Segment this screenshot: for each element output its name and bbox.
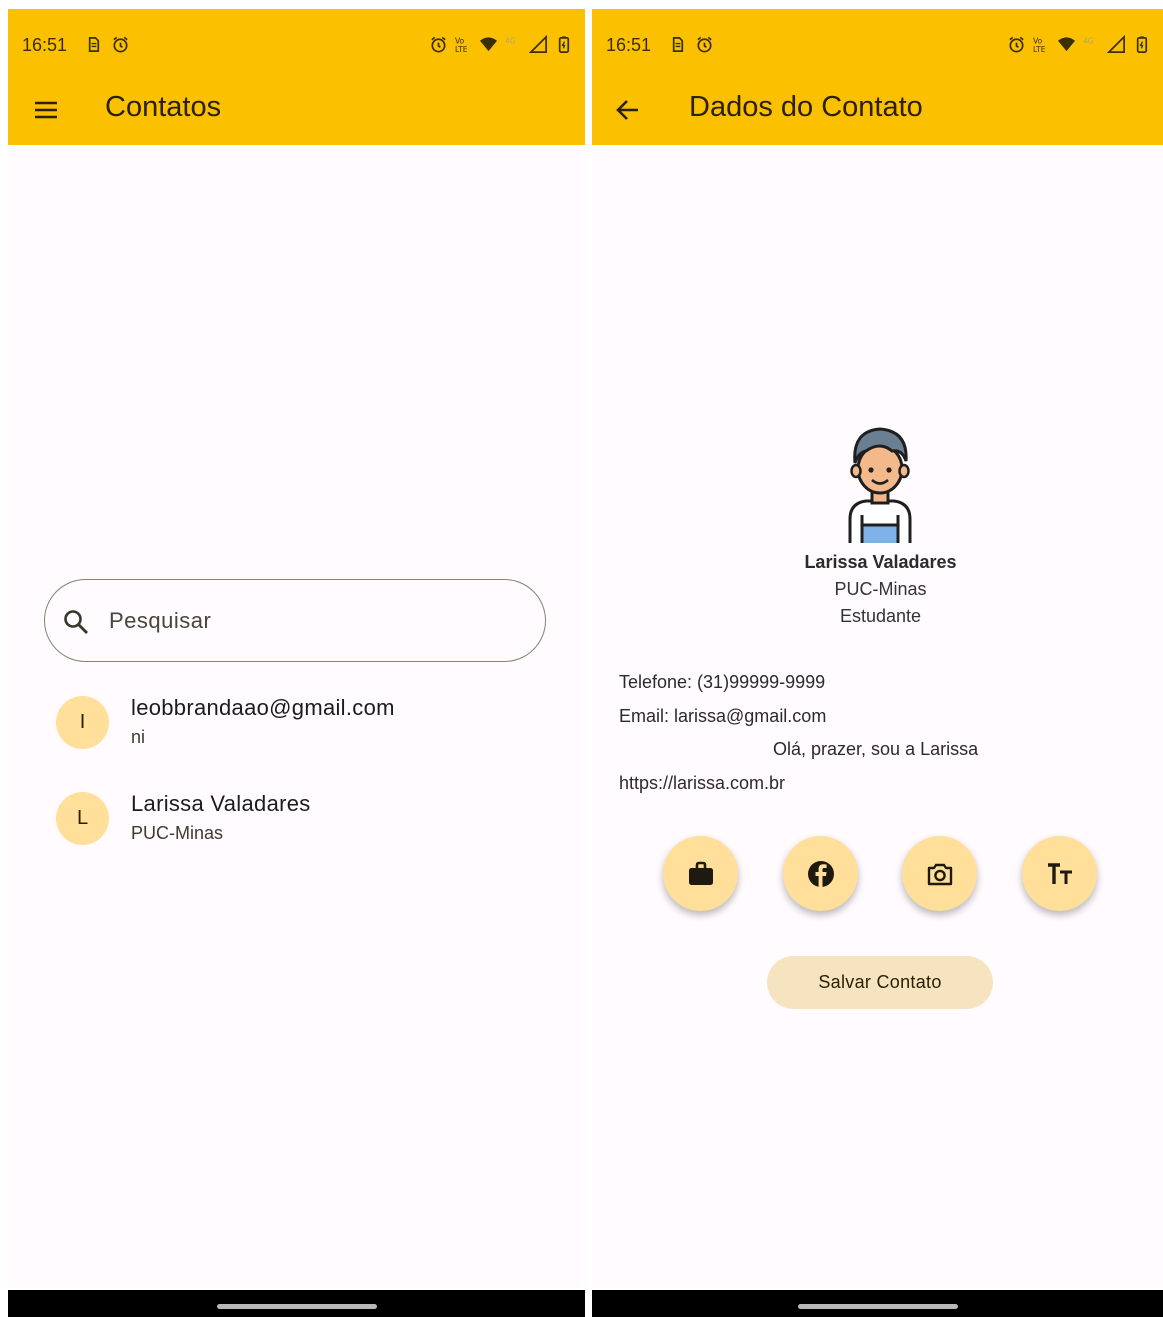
list-item[interactable]: L Larissa Valadares PUC-Minas <box>8 777 585 867</box>
network-4g-icon: 4G <box>504 35 523 54</box>
svg-text:LTE: LTE <box>455 45 468 54</box>
contact-title: Larissa Valadares <box>131 791 311 816</box>
alarm-icon <box>429 35 448 54</box>
facebook-icon <box>806 859 836 889</box>
wifi-icon <box>1057 35 1076 54</box>
camera-icon <box>925 859 955 889</box>
svg-text:LTE: LTE <box>1033 45 1046 54</box>
volte-icon: Vo LTE <box>454 35 473 54</box>
signal-icon <box>529 35 548 54</box>
home-gesture-handle[interactable] <box>797 1304 958 1309</box>
home-gesture-handle[interactable] <box>216 1304 377 1309</box>
alarm-icon <box>695 35 714 54</box>
wifi-icon <box>479 35 498 54</box>
network-4g-icon: 4G <box>1082 35 1101 54</box>
contact-subtitle: PUC-Minas <box>131 823 224 843</box>
navigation-bar <box>8 1290 585 1317</box>
back-arrow-icon[interactable] <box>614 96 642 124</box>
contact-avatar-icon <box>844 419 916 543</box>
page-title: Dados do Contato <box>689 91 923 123</box>
alarm-icon <box>1007 35 1026 54</box>
battery-icon <box>554 35 573 54</box>
contact-website: https://larissa.com.br <box>619 773 786 793</box>
contact-role: Estudante <box>839 606 922 626</box>
contact-bio: Olá, prazer, sou a Larissa <box>773 739 979 759</box>
contacts-list-screen: 16:51 Vo LTE 4G Contatos Pesquisar I leo… <box>8 9 585 1317</box>
briefcase-icon <box>686 859 716 889</box>
avatar: I <box>56 696 109 749</box>
contact-detail-screen: 16:51 Vo LTE 4G Dados do Contato Larissa… <box>592 9 1163 1317</box>
app-bar: Contatos <box>8 75 585 145</box>
list-item[interactable]: I leobbrandaao@gmail.com ni <box>8 681 585 771</box>
text-size-icon <box>1045 859 1075 889</box>
contact-name: Larissa Valadares <box>804 552 957 572</box>
contact-title: leobbrandaao@gmail.com <box>131 695 395 720</box>
svg-text:4G: 4G <box>505 37 516 46</box>
search-input[interactable] <box>107 600 511 642</box>
status-bar: 16:51 Vo LTE 4G <box>8 9 585 75</box>
avatar: L <box>56 792 109 845</box>
search-icon <box>62 608 90 636</box>
contact-email: Email: larissa@gmail.com <box>619 706 827 726</box>
svg-text:4G: 4G <box>1083 37 1094 46</box>
sim-icon <box>84 35 103 54</box>
page-title: Contatos <box>105 91 222 123</box>
contact-phone: Telefone: (31)99999-9999 <box>619 672 826 692</box>
navigation-bar <box>592 1290 1163 1317</box>
app-bar: Dados do Contato <box>592 75 1163 145</box>
sim-icon <box>668 35 687 54</box>
contact-organization: PUC-Minas <box>834 579 927 599</box>
save-contact-button[interactable]: Salvar Contato <box>767 956 993 1009</box>
contact-subtitle: ni <box>131 727 146 747</box>
text-size-button[interactable] <box>1022 836 1097 911</box>
menu-icon[interactable] <box>32 96 60 124</box>
work-button[interactable] <box>663 836 738 911</box>
alarm-icon <box>111 35 130 54</box>
facebook-button[interactable] <box>783 836 858 911</box>
volte-icon: Vo LTE <box>1032 35 1051 54</box>
status-time: 16:51 <box>606 35 652 55</box>
signal-icon <box>1107 35 1126 54</box>
battery-icon <box>1132 35 1151 54</box>
status-time: 16:51 <box>22 35 68 55</box>
search-bar[interactable] <box>44 579 546 662</box>
status-bar: 16:51 Vo LTE 4G <box>592 9 1163 75</box>
camera-button[interactable] <box>902 836 977 911</box>
